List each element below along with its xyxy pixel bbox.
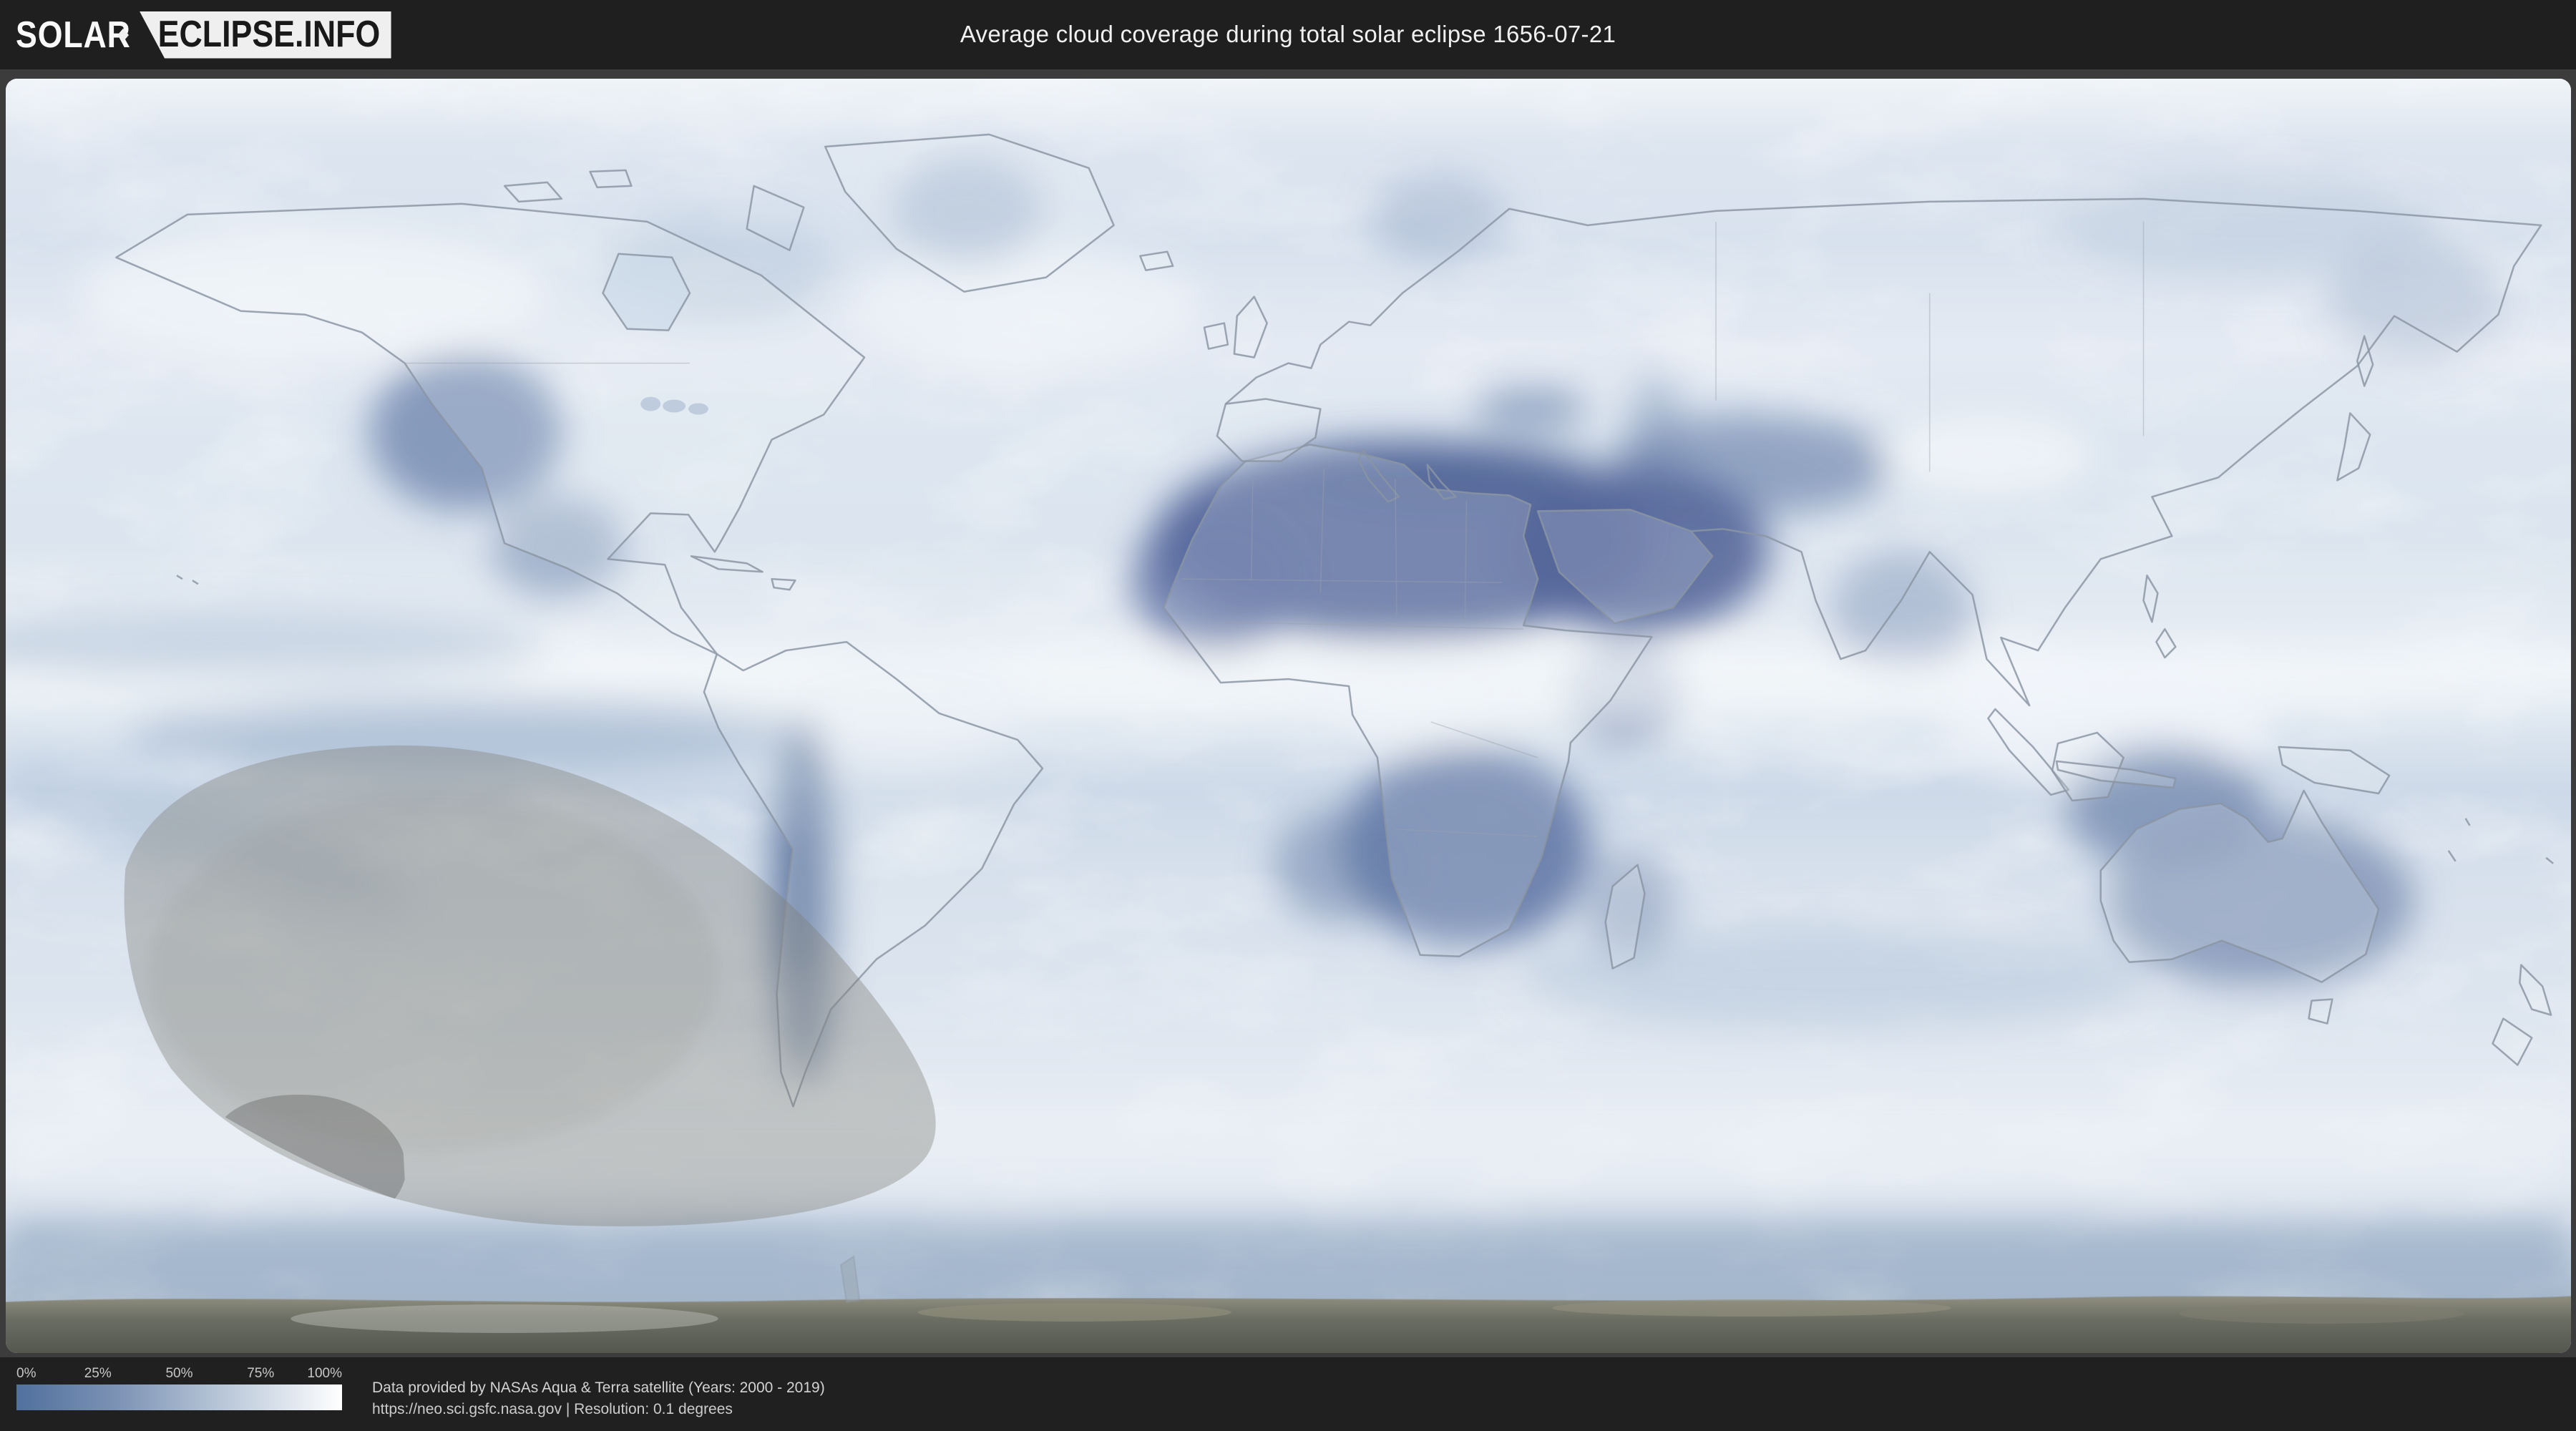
attribution-text: Data provided by NASAs Aqua & Terra sate… <box>372 1377 825 1420</box>
logo-eclipse-box: ECLIPSE.INFO <box>139 11 391 59</box>
legend-tick: 0% <box>16 1366 36 1381</box>
legend-tick: 25% <box>84 1366 112 1381</box>
map-svg <box>6 79 2571 1353</box>
legend-tick: 100% <box>307 1366 342 1381</box>
attribution-source: Data provided by NASAs Aqua & Terra sate… <box>372 1379 825 1396</box>
legend-tick-labels: 0% 25% 50% 75% 100% <box>16 1366 342 1383</box>
page: SOLAR ECLIPSE.INFO Average cloud coverag… <box>0 0 2576 1431</box>
page-title: Average cloud coverage during total sola… <box>960 21 1616 47</box>
header-bar: SOLAR ECLIPSE.INFO Average cloud coverag… <box>0 0 2576 69</box>
legend-gradient-bar <box>16 1384 342 1410</box>
ireland <box>1203 322 1229 350</box>
site-logo[interactable]: SOLAR ECLIPSE.INFO <box>16 11 391 59</box>
iceland <box>1139 250 1174 271</box>
map-stage <box>0 69 2576 1357</box>
legend-tick: 50% <box>165 1366 193 1381</box>
attribution-url: https://neo.sci.gsfc.nasa.gov | Resoluti… <box>372 1401 733 1417</box>
tasmania <box>2308 998 2333 1025</box>
legend-tick: 75% <box>247 1366 275 1381</box>
logo-solar-text: SOLAR <box>16 14 131 56</box>
footer-bar: 0% 25% 50% 75% 100% Data provided by NAS… <box>0 1357 2576 1431</box>
southern-ocean-cloud-band <box>6 1215 2571 1298</box>
cloud-coverage-legend: 0% 25% 50% 75% 100% <box>16 1366 342 1410</box>
world-cloud-map[interactable] <box>6 79 2571 1353</box>
